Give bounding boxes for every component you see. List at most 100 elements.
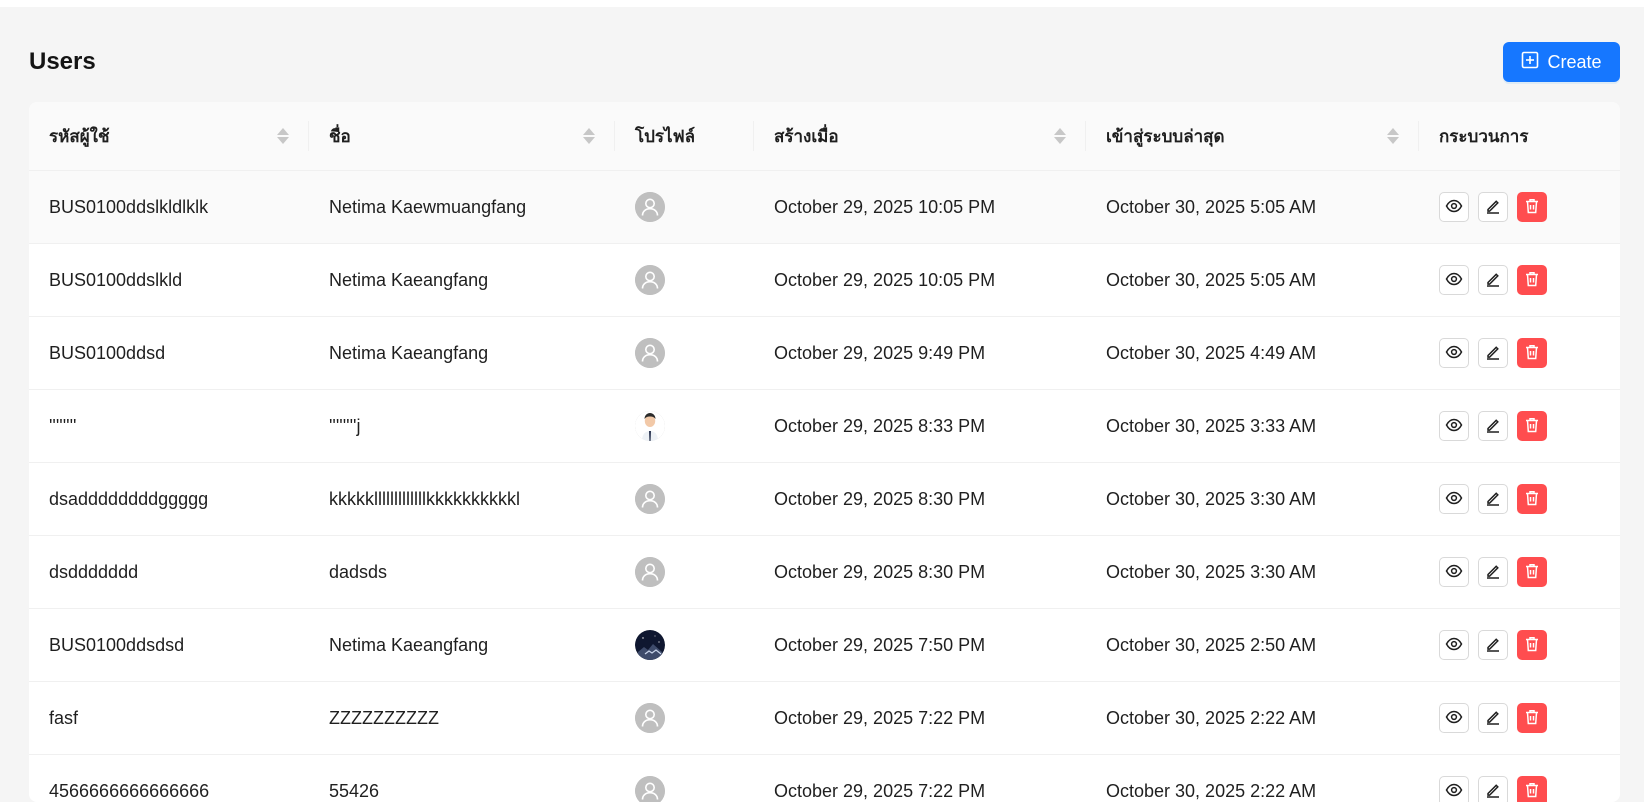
create-button[interactable]: Create — [1503, 42, 1620, 82]
cell-actions — [1419, 171, 1620, 244]
cell-name: Netima Kaewmuangfang — [309, 171, 615, 244]
view-button[interactable] — [1439, 557, 1469, 587]
column-label: กระบวนการ — [1439, 123, 1528, 150]
trash-icon — [1523, 343, 1541, 364]
edit-icon — [1484, 416, 1502, 437]
trash-icon — [1523, 416, 1541, 437]
table-row: dsddddddddadsdsOctober 29, 2025 8:30 PMO… — [29, 536, 1620, 609]
delete-button[interactable] — [1517, 703, 1547, 733]
cell-last-login: October 30, 2025 2:50 AM — [1086, 609, 1419, 682]
table-row: dsaddddddddgggggkkkkklllllllllllllkkkkkk… — [29, 463, 1620, 536]
avatar-icon — [635, 192, 665, 222]
cell-last-login: October 30, 2025 3:30 AM — [1086, 536, 1419, 609]
view-button[interactable] — [1439, 338, 1469, 368]
edit-button[interactable] — [1478, 776, 1508, 802]
cell-name: Netima Kaeangfang — [309, 244, 615, 317]
cell-name: ''''''''j — [309, 390, 615, 463]
delete-button[interactable] — [1517, 192, 1547, 222]
cell-created: October 29, 2025 8:30 PM — [754, 536, 1086, 609]
delete-button[interactable] — [1517, 265, 1547, 295]
view-button[interactable] — [1439, 192, 1469, 222]
cell-last-login: October 30, 2025 4:49 AM — [1086, 317, 1419, 390]
view-button[interactable] — [1439, 630, 1469, 660]
sort-icon[interactable] — [1387, 128, 1399, 144]
create-button-label: Create — [1547, 52, 1601, 73]
sort-icon[interactable] — [1054, 128, 1066, 144]
sort-icon[interactable] — [583, 128, 595, 144]
cell-created: October 29, 2025 10:05 PM — [754, 244, 1086, 317]
avatar — [635, 630, 665, 660]
delete-button[interactable] — [1517, 484, 1547, 514]
column-label: สร้างเมื่อ — [774, 123, 839, 150]
avatar-icon — [635, 557, 665, 587]
cell-user-id: BUS0100ddslkld — [29, 244, 309, 317]
delete-button[interactable] — [1517, 776, 1547, 802]
cell-last-login: October 30, 2025 3:30 AM — [1086, 463, 1419, 536]
view-button[interactable] — [1439, 411, 1469, 441]
cell-user-id: BUS0100ddsdsd — [29, 609, 309, 682]
trash-icon — [1523, 708, 1541, 729]
plus-square-icon — [1521, 51, 1539, 74]
edit-button[interactable] — [1478, 630, 1508, 660]
edit-button[interactable] — [1478, 557, 1508, 587]
cell-actions — [1419, 317, 1620, 390]
edit-button[interactable] — [1478, 192, 1508, 222]
table-header-row: รหัสผู้ใช้ ชื่อ โปรไฟล์ สร้างเมื่อ เข้าส… — [29, 102, 1620, 171]
delete-button[interactable] — [1517, 338, 1547, 368]
page-title: Users — [29, 48, 96, 76]
eye-icon — [1445, 197, 1463, 218]
edit-button[interactable] — [1478, 411, 1508, 441]
edit-button[interactable] — [1478, 484, 1508, 514]
cell-actions — [1419, 244, 1620, 317]
avatar — [635, 411, 665, 441]
cell-profile — [615, 171, 754, 244]
view-button[interactable] — [1439, 776, 1469, 802]
eye-icon — [1445, 416, 1463, 437]
cell-last-login: October 30, 2025 5:05 AM — [1086, 244, 1419, 317]
edit-button[interactable] — [1478, 703, 1508, 733]
cell-name: kkkkklllllllllllllkkkkkkkkkkl — [309, 463, 615, 536]
table-row: BUS0100ddsdNetima KaeangfangOctober 29, … — [29, 317, 1620, 390]
table-row: BUS0100ddsdsdNetima KaeangfangOctober 29… — [29, 609, 1620, 682]
cell-profile — [615, 317, 754, 390]
eye-icon — [1445, 635, 1463, 656]
view-button[interactable] — [1439, 484, 1469, 514]
view-button[interactable] — [1439, 703, 1469, 733]
delete-button[interactable] — [1517, 557, 1547, 587]
view-button[interactable] — [1439, 265, 1469, 295]
column-label: ชื่อ — [329, 123, 351, 150]
eye-icon — [1445, 489, 1463, 510]
column-header-last-login[interactable]: เข้าสู่ระบบล่าสุด — [1086, 102, 1419, 171]
delete-button[interactable] — [1517, 411, 1547, 441]
cell-user-id: dsaddddddddggggg — [29, 463, 309, 536]
edit-icon — [1484, 197, 1502, 218]
cell-profile — [615, 244, 754, 317]
column-header-name[interactable]: ชื่อ — [309, 102, 615, 171]
cell-actions — [1419, 755, 1620, 802]
avatar-icon — [635, 776, 665, 802]
column-header-actions: กระบวนการ — [1419, 102, 1620, 171]
edit-button[interactable] — [1478, 338, 1508, 368]
table-row: BUS0100ddslkldNetima Kaeangfang October 2… — [29, 244, 1620, 317]
top-strip — [0, 0, 1644, 7]
cell-user-id: 4566666666666666 — [29, 755, 309, 802]
cell-created: October 29, 2025 9:49 PM — [754, 317, 1086, 390]
sort-icon[interactable] — [277, 128, 289, 144]
table-row: ''''''''''''''''jOctober 29, 2025 8:33 P… — [29, 390, 1620, 463]
column-header-profile: โปรไฟล์ — [615, 102, 754, 171]
cell-profile — [615, 390, 754, 463]
users-table: รหัสผู้ใช้ ชื่อ โปรไฟล์ สร้างเมื่อ เข้าส… — [29, 102, 1620, 802]
table-row: fasfZZZZZZZZZZOctober 29, 2025 7:22 PMOc… — [29, 682, 1620, 755]
column-label: เข้าสู่ระบบล่าสุด — [1106, 123, 1225, 150]
cell-last-login: October 30, 2025 5:05 AM — [1086, 171, 1419, 244]
edit-icon — [1484, 489, 1502, 510]
edit-button[interactable] — [1478, 265, 1508, 295]
cell-last-login: October 30, 2025 2:22 AM — [1086, 755, 1419, 802]
trash-icon — [1523, 489, 1541, 510]
column-header-user-id[interactable]: รหัสผู้ใช้ — [29, 102, 309, 171]
table-row: BUS0100ddslkldlklkNetima KaewmuangfangOc… — [29, 171, 1620, 244]
column-header-created[interactable]: สร้างเมื่อ — [754, 102, 1086, 171]
delete-button[interactable] — [1517, 630, 1547, 660]
avatar-icon — [635, 484, 665, 514]
cell-created: October 29, 2025 10:05 PM — [754, 171, 1086, 244]
